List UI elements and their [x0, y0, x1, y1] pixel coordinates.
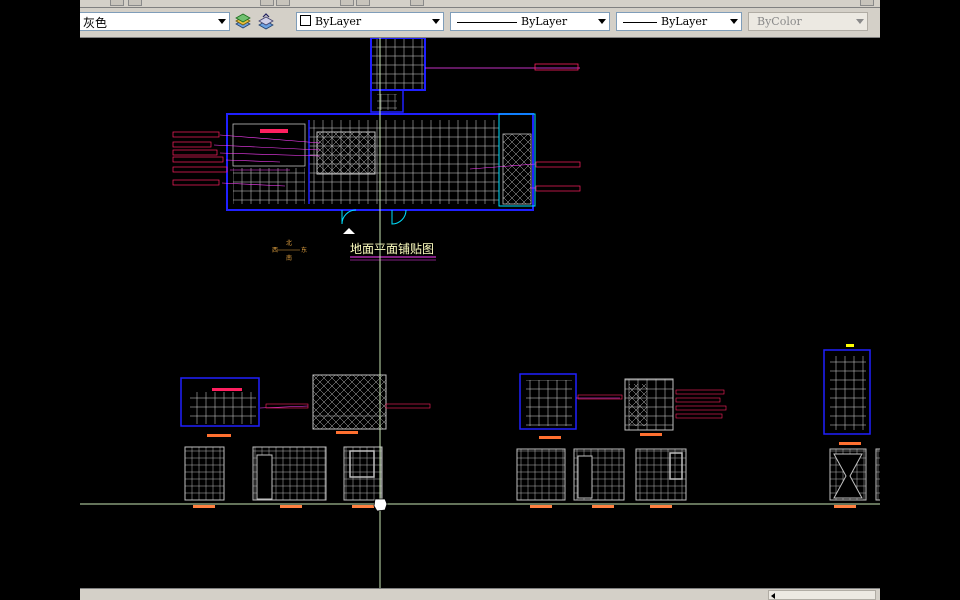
compass-east-label: 东 — [301, 246, 307, 254]
color-control-value: ByLayer — [315, 15, 362, 28]
color-control-label: ByLayer — [300, 15, 361, 28]
elevation-1[interactable] — [180, 377, 309, 437]
plan-room-left-tile — [233, 168, 305, 204]
plot-style-dropdown: ByColor — [748, 12, 868, 31]
linetype-control-value: ByLayer — [521, 15, 568, 28]
linetype-control-dropdown[interactable]: ByLayer — [450, 12, 610, 31]
plot-style-value: ByColor — [757, 15, 802, 28]
scroll-left-arrow-icon[interactable] — [771, 593, 775, 599]
zoom-icon[interactable] — [340, 0, 354, 6]
chevron-down-icon — [856, 19, 864, 24]
layer-dropdown[interactable]: 灰色 — [80, 12, 230, 31]
lineweight-sample — [623, 22, 657, 23]
compass-south-label: 南 — [286, 254, 292, 262]
plan-door — [341, 209, 357, 225]
color-control-dropdown[interactable]: ByLayer — [296, 12, 444, 31]
layer-dropdown-value: 灰色 — [83, 16, 108, 30]
horizontal-scrollbar[interactable] — [80, 588, 880, 600]
redo-icon[interactable] — [276, 0, 290, 6]
compass-north-label: 北 — [286, 239, 292, 247]
floor-plan[interactable]: 北 东 南 西 地面平面铺贴图 — [172, 38, 581, 262]
lineweight-control-value: ByLayer — [661, 15, 708, 28]
hand-pan-cursor-icon — [373, 498, 388, 512]
linetype-sample — [457, 22, 517, 23]
help-icon[interactable] — [860, 0, 874, 6]
plan-title: 地面平面铺贴图 — [350, 242, 434, 256]
save-icon[interactable] — [128, 0, 142, 6]
entrance-arrow — [343, 228, 355, 234]
plan-door — [391, 209, 407, 225]
door-elevation — [256, 454, 273, 500]
door-elevation — [577, 455, 593, 499]
scrollbar-track[interactable] — [768, 590, 876, 600]
compass-west-label: 西 — [272, 247, 278, 254]
chevron-down-icon[interactable] — [432, 19, 440, 24]
properties-icon[interactable] — [410, 0, 424, 6]
layer-manager-icon[interactable] — [232, 12, 254, 32]
plan-rug — [316, 131, 376, 175]
plan-balcony — [502, 133, 532, 205]
color-swatch-icon — [300, 15, 311, 26]
elevation-2[interactable] — [312, 374, 431, 434]
elevation-4[interactable] — [624, 378, 727, 436]
drawing-canvas[interactable]: 北 东 南 西 地面平面铺贴图 — [80, 38, 880, 588]
elevation-3[interactable] — [519, 373, 623, 439]
undo-icon[interactable] — [260, 0, 274, 6]
lineweight-control-dropdown[interactable]: ByLayer — [616, 12, 742, 31]
elevation-row[interactable] — [180, 344, 880, 508]
chevron-down-icon[interactable] — [218, 19, 226, 24]
wall-elevation[interactable] — [516, 448, 566, 501]
standard-toolbar — [80, 0, 880, 8]
chevron-down-icon[interactable] — [730, 19, 738, 24]
pan-icon[interactable] — [356, 0, 370, 6]
annotation-text — [534, 63, 579, 71]
cad-window: 灰色 ByLayer ByLayer ByLayer ByColor 北 东 南… — [80, 0, 880, 600]
plan-room-upper[interactable] — [370, 38, 426, 91]
elevation-labels — [193, 505, 856, 508]
chevron-down-icon[interactable] — [598, 19, 606, 24]
wall-elevation[interactable] — [635, 448, 687, 501]
wall-elevation[interactable] — [184, 446, 225, 501]
properties-toolbar: 灰色 ByLayer ByLayer ByLayer ByColor — [80, 8, 880, 38]
elevation-5[interactable] — [823, 344, 871, 445]
compass-rose: 北 东 南 西 — [272, 239, 307, 262]
layer-previous-icon[interactable] — [255, 12, 277, 32]
wall-elevation — [875, 448, 880, 501]
open-icon[interactable] — [110, 0, 124, 6]
